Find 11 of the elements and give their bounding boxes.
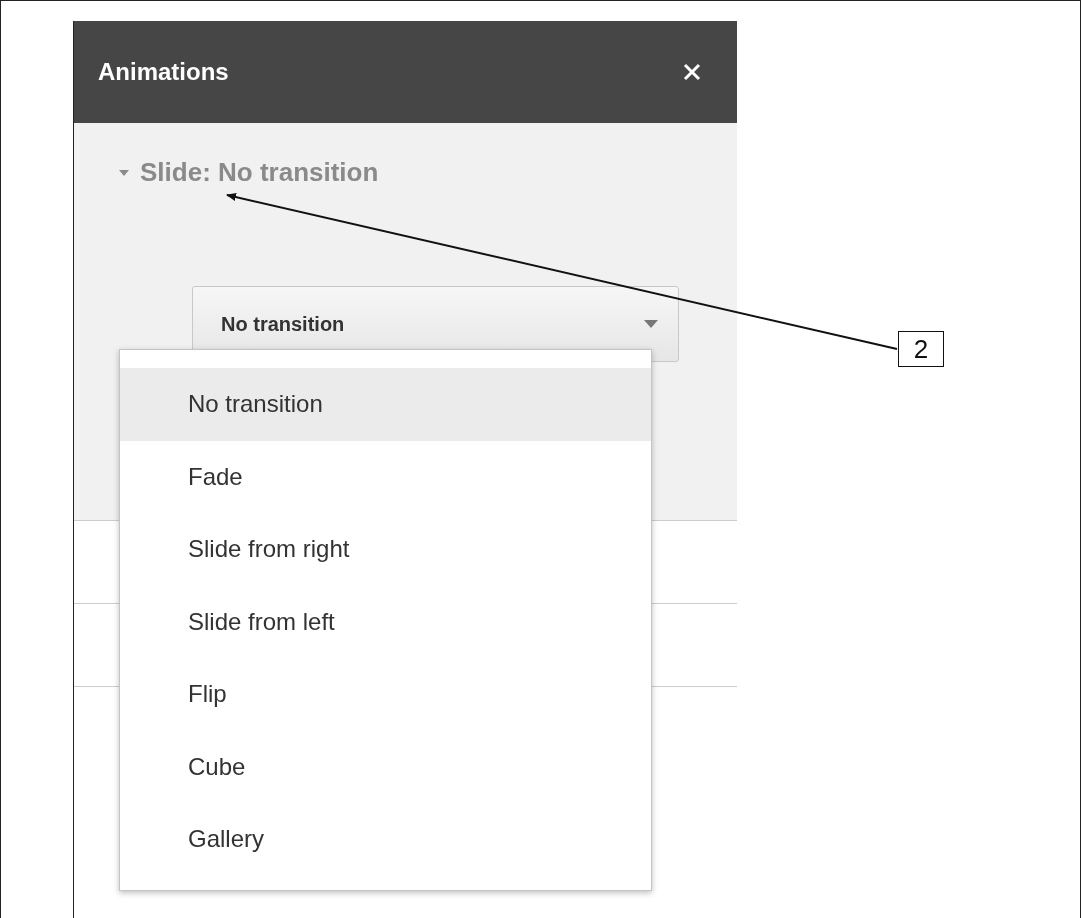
- callout-number: 2: [898, 331, 944, 367]
- panel-title: Animations: [98, 58, 229, 86]
- caret-icon: [644, 320, 658, 328]
- menu-item[interactable]: Flip: [120, 658, 651, 731]
- menu-item[interactable]: Slide from left: [120, 585, 651, 658]
- menu-item[interactable]: Slide from right: [120, 513, 651, 586]
- menu-item[interactable]: Gallery: [120, 803, 651, 876]
- menu-item[interactable]: Cube: [120, 730, 651, 803]
- menu-item[interactable]: No transition: [120, 368, 651, 441]
- menu-item[interactable]: Fade: [120, 440, 651, 513]
- close-icon[interactable]: [683, 63, 701, 81]
